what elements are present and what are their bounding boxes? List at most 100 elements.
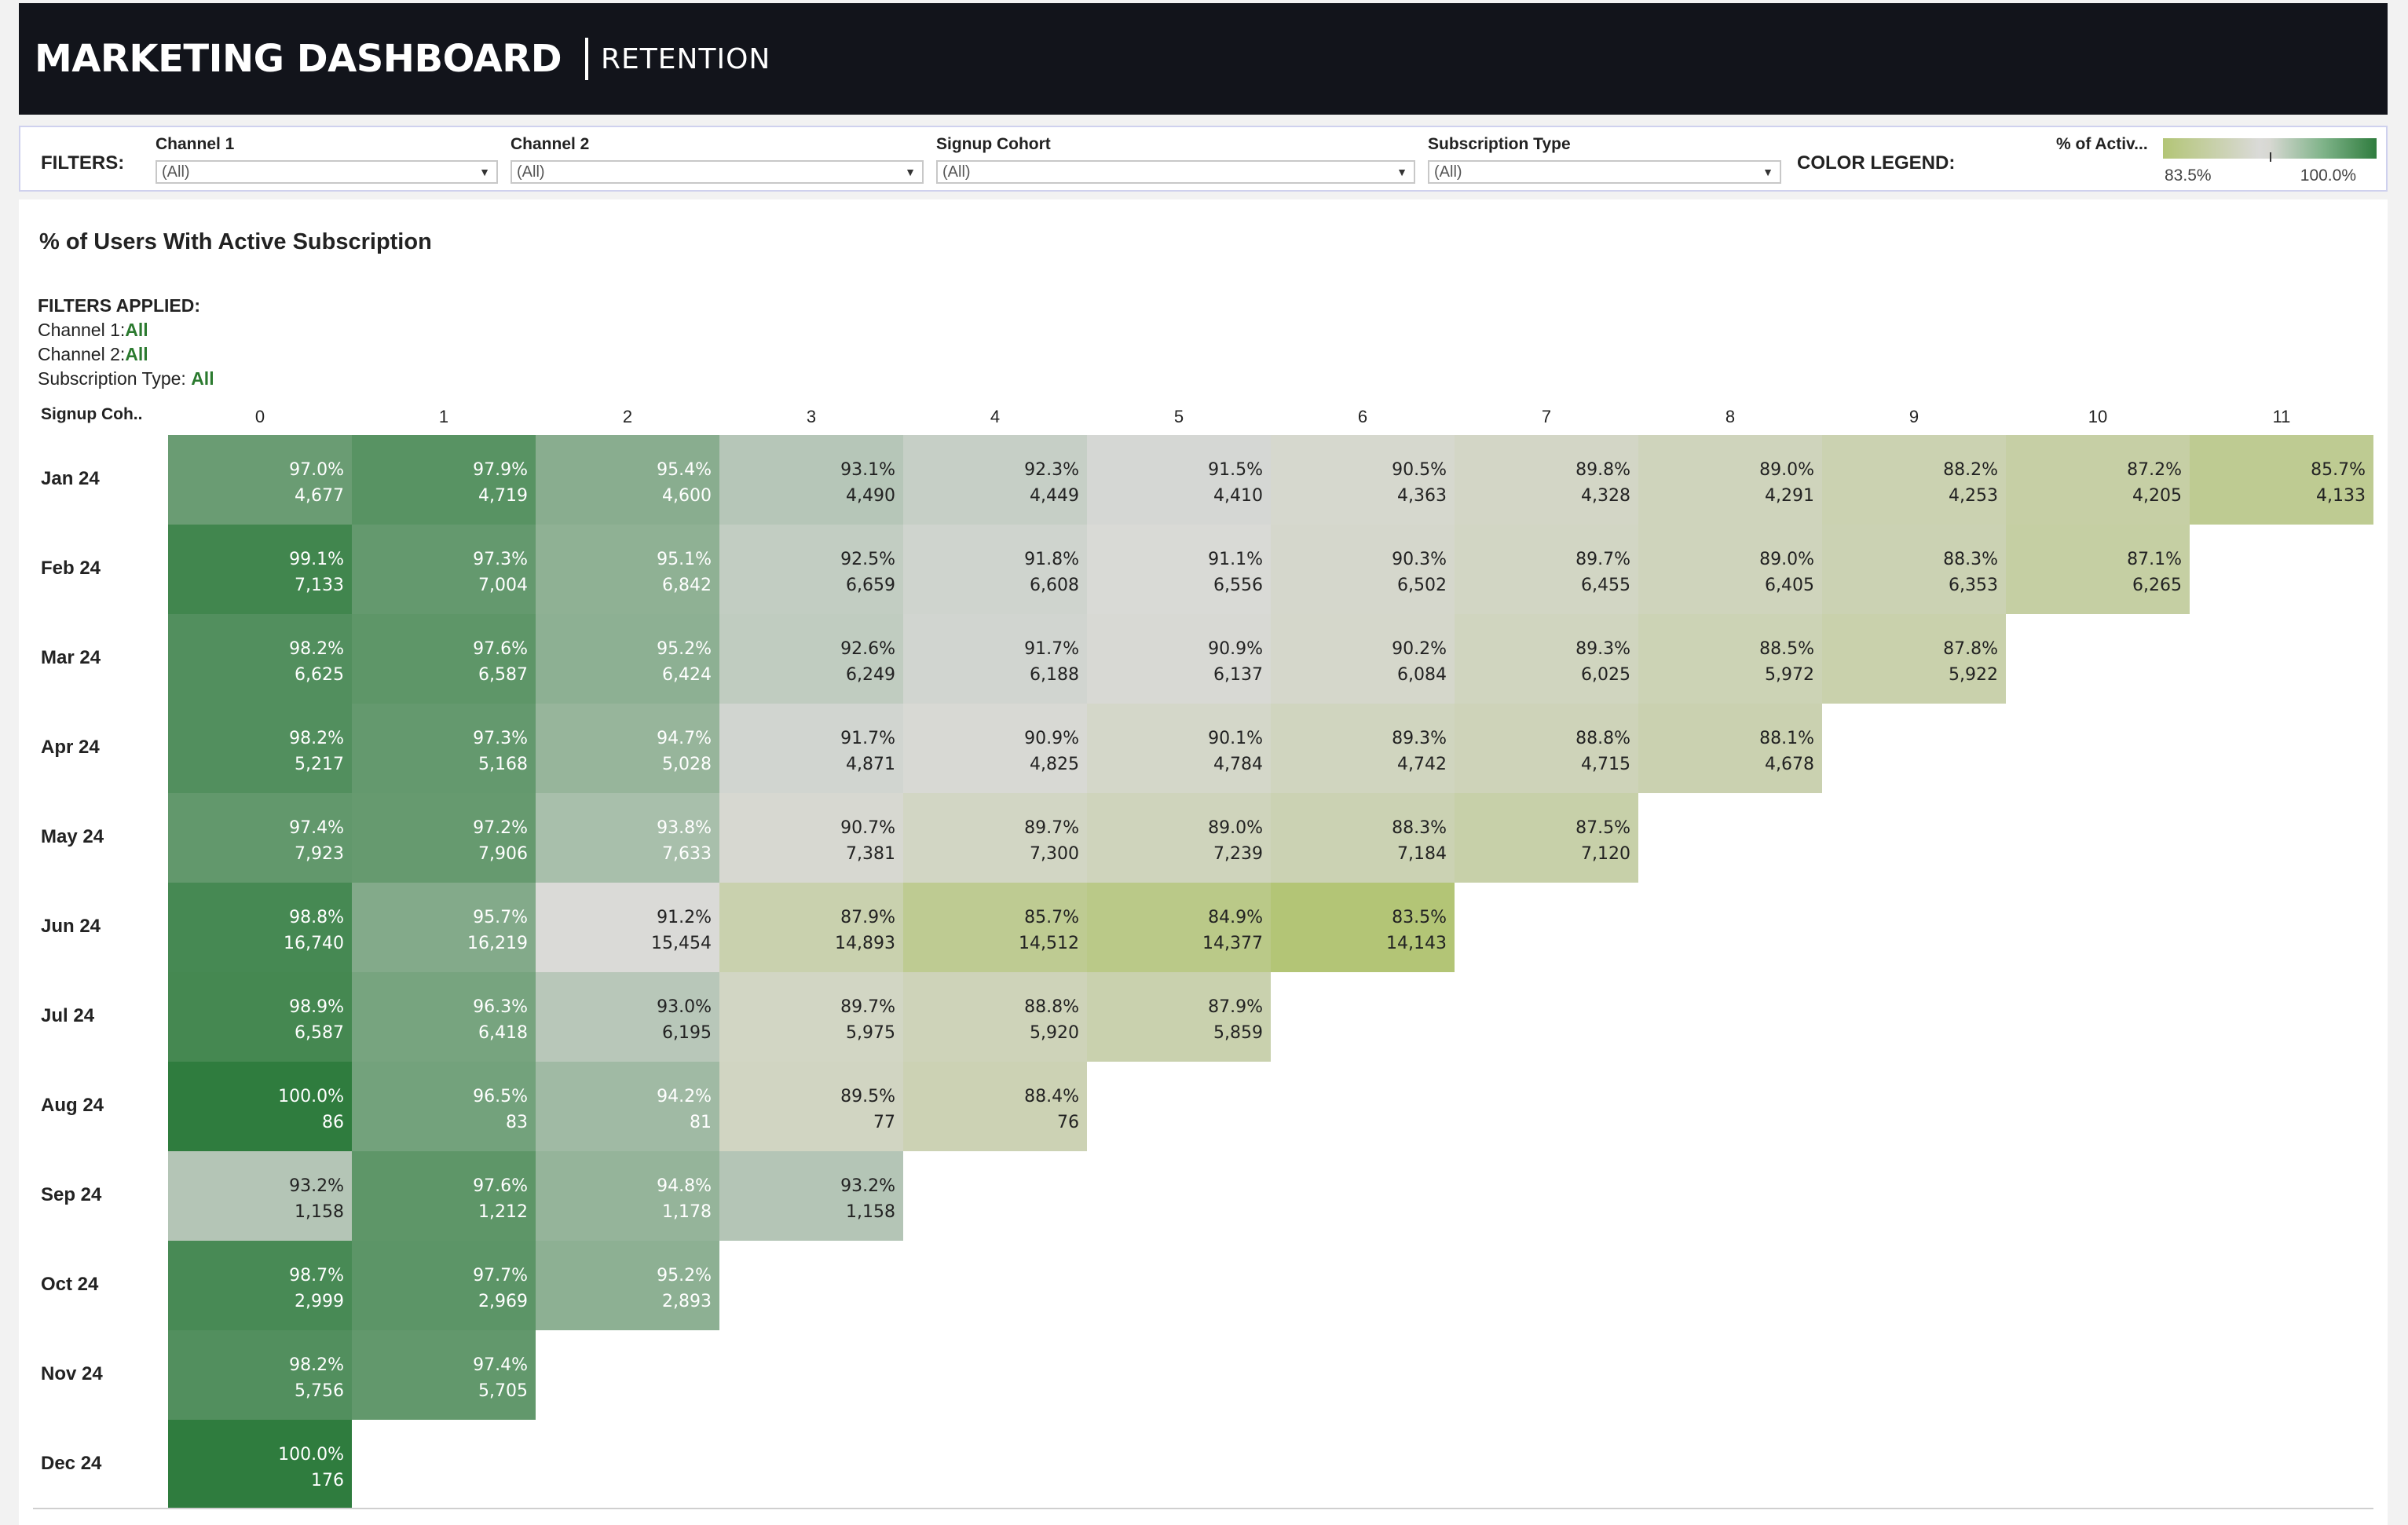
row-label: Jun 24 xyxy=(41,916,101,937)
heatmap-cell[interactable]: 97.6% 1,212 xyxy=(352,1151,536,1241)
cell-user-count: 7,184 xyxy=(1397,844,1447,864)
heatmap-cell[interactable]: 88.3% 7,184 xyxy=(1271,793,1455,883)
heatmap-cell[interactable]: 98.2% 5,756 xyxy=(168,1330,352,1420)
filter-signup-cohort-select[interactable]: (All) ▼ xyxy=(936,160,1415,184)
heatmap-cell[interactable]: 97.9% 4,719 xyxy=(352,435,536,525)
heatmap-cell[interactable]: 90.5% 4,363 xyxy=(1271,435,1455,525)
heatmap-cell[interactable]: 93.2% 1,158 xyxy=(719,1151,903,1241)
heatmap-cell[interactable]: 89.8% 4,328 xyxy=(1455,435,1638,525)
heatmap-cell[interactable]: 92.5% 6,659 xyxy=(719,525,903,614)
heatmap-cell[interactable]: 98.7% 2,999 xyxy=(168,1241,352,1330)
heatmap-cell[interactable]: 91.2% 15,454 xyxy=(536,883,719,972)
color-legend-min: 83.5% xyxy=(2165,166,2212,185)
heatmap-cell[interactable]: 88.1% 4,678 xyxy=(1638,704,1822,793)
heatmap-cell[interactable]: 89.7% 7,300 xyxy=(903,793,1087,883)
heatmap-cell[interactable]: 90.9% 6,137 xyxy=(1087,614,1271,704)
heatmap-cell[interactable]: 88.3% 6,353 xyxy=(1822,525,2006,614)
heatmap-cell[interactable]: 97.6% 6,587 xyxy=(352,614,536,704)
heatmap-cell[interactable]: 99.1% 7,133 xyxy=(168,525,352,614)
chevron-down-icon[interactable]: ▼ xyxy=(1762,162,1773,182)
heatmap-cell[interactable]: 97.4% 7,923 xyxy=(168,793,352,883)
heatmap-cell[interactable]: 87.8% 5,922 xyxy=(1822,614,2006,704)
heatmap-cell[interactable]: 98.8% 16,740 xyxy=(168,883,352,972)
heatmap-cell[interactable]: 95.4% 4,600 xyxy=(536,435,719,525)
heatmap-cell[interactable]: 95.2% 6,424 xyxy=(536,614,719,704)
heatmap-cell[interactable]: 89.0% 7,239 xyxy=(1087,793,1271,883)
row-label: Feb 24 xyxy=(41,558,101,579)
heatmap-cell[interactable]: 98.2% 5,217 xyxy=(168,704,352,793)
heatmap-cell[interactable]: 95.2% 2,893 xyxy=(536,1241,719,1330)
heatmap-cell[interactable]: 87.9% 14,893 xyxy=(719,883,903,972)
cell-user-count: 6,188 xyxy=(1030,665,1079,685)
heatmap-cell[interactable]: 90.9% 4,825 xyxy=(903,704,1087,793)
heatmap-cell[interactable]: 93.2% 1,158 xyxy=(168,1151,352,1241)
heatmap-cell[interactable]: 97.2% 7,906 xyxy=(352,793,536,883)
heatmap-cell[interactable]: 89.3% 6,025 xyxy=(1455,614,1638,704)
heatmap-cell[interactable]: 96.3% 6,418 xyxy=(352,972,536,1062)
heatmap-cell[interactable]: 90.3% 6,502 xyxy=(1271,525,1455,614)
heatmap-cell[interactable]: 83.5% 14,143 xyxy=(1271,883,1455,972)
heatmap-cell[interactable]: 89.0% 4,291 xyxy=(1638,435,1822,525)
heatmap-cell[interactable]: 87.2% 4,205 xyxy=(2006,435,2190,525)
heatmap-cell[interactable]: 85.7% 14,512 xyxy=(903,883,1087,972)
heatmap-cell[interactable]: 91.5% 4,410 xyxy=(1087,435,1271,525)
heatmap-cell[interactable]: 100.0% 86 xyxy=(168,1062,352,1151)
heatmap-cell[interactable]: 100.0% 176 xyxy=(168,1420,352,1509)
cell-user-count: 7,300 xyxy=(1030,844,1079,864)
heatmap-cell[interactable]: 89.3% 4,742 xyxy=(1271,704,1455,793)
heatmap-cell[interactable]: 87.9% 5,859 xyxy=(1087,972,1271,1062)
heatmap-cell[interactable]: 94.2% 81 xyxy=(536,1062,719,1151)
heatmap-cell[interactable]: 97.3% 7,004 xyxy=(352,525,536,614)
heatmap-cell[interactable]: 92.6% 6,249 xyxy=(719,614,903,704)
chevron-down-icon[interactable]: ▼ xyxy=(479,162,490,182)
cell-percent: 96.3% xyxy=(473,997,528,1017)
heatmap-cell[interactable]: 84.9% 14,377 xyxy=(1087,883,1271,972)
heatmap-cell[interactable]: 97.3% 5,168 xyxy=(352,704,536,793)
heatmap-cell[interactable]: 85.7% 4,133 xyxy=(2190,435,2373,525)
filter-subscription-type-select[interactable]: (All) ▼ xyxy=(1428,160,1781,184)
cell-percent: 97.9% xyxy=(473,460,528,480)
heatmap-cell[interactable]: 90.2% 6,084 xyxy=(1271,614,1455,704)
heatmap-cell[interactable]: 91.8% 6,608 xyxy=(903,525,1087,614)
heatmap-cell[interactable]: 88.8% 4,715 xyxy=(1455,704,1638,793)
heatmap-cell[interactable]: 93.1% 4,490 xyxy=(719,435,903,525)
heatmap-cell[interactable]: 97.4% 5,705 xyxy=(352,1330,536,1420)
heatmap-cell[interactable]: 90.1% 4,784 xyxy=(1087,704,1271,793)
heatmap-cell[interactable]: 89.7% 5,975 xyxy=(719,972,903,1062)
filter-channel-1-label: Channel 1 xyxy=(156,135,235,153)
heatmap-cell[interactable]: 89.0% 6,405 xyxy=(1638,525,1822,614)
heatmap-cell[interactable]: 90.7% 7,381 xyxy=(719,793,903,883)
cell-user-count: 4,363 xyxy=(1397,486,1447,506)
chevron-down-icon[interactable]: ▼ xyxy=(1396,162,1407,182)
cell-percent: 89.0% xyxy=(1208,818,1263,838)
heatmap-cell[interactable]: 97.0% 4,677 xyxy=(168,435,352,525)
dashboard-subtitle: RETENTION xyxy=(601,42,771,75)
heatmap-cell[interactable]: 87.1% 6,265 xyxy=(2006,525,2190,614)
filter-channel-1-select[interactable]: (All) ▼ xyxy=(156,160,498,184)
heatmap-cell[interactable]: 93.8% 7,633 xyxy=(536,793,719,883)
heatmap-cell[interactable]: 93.0% 6,195 xyxy=(536,972,719,1062)
heatmap-cell[interactable]: 87.5% 7,120 xyxy=(1455,793,1638,883)
heatmap-cell[interactable]: 89.7% 6,455 xyxy=(1455,525,1638,614)
heatmap-cell[interactable]: 92.3% 4,449 xyxy=(903,435,1087,525)
heatmap-cell[interactable]: 98.2% 6,625 xyxy=(168,614,352,704)
column-header-7: 7 xyxy=(1541,407,1552,426)
heatmap-cell[interactable]: 96.5% 83 xyxy=(352,1062,536,1151)
filter-channel-2-select[interactable]: (All) ▼ xyxy=(511,160,924,184)
heatmap-cell[interactable]: 97.7% 2,969 xyxy=(352,1241,536,1330)
heatmap-cell[interactable]: 94.7% 5,028 xyxy=(536,704,719,793)
heatmap-cell[interactable]: 91.7% 4,871 xyxy=(719,704,903,793)
heatmap-cell[interactable]: 94.8% 1,178 xyxy=(536,1151,719,1241)
heatmap-cell[interactable]: 95.7% 16,219 xyxy=(352,883,536,972)
chevron-down-icon[interactable]: ▼ xyxy=(905,162,916,182)
heatmap-cell[interactable]: 95.1% 6,842 xyxy=(536,525,719,614)
heatmap-cell[interactable]: 98.9% 6,587 xyxy=(168,972,352,1062)
heatmap-cell[interactable]: 91.7% 6,188 xyxy=(903,614,1087,704)
heatmap-cell[interactable]: 88.4% 76 xyxy=(903,1062,1087,1151)
heatmap-cell[interactable]: 88.5% 5,972 xyxy=(1638,614,1822,704)
heatmap-cell[interactable]: 88.8% 5,920 xyxy=(903,972,1087,1062)
cell-percent: 89.7% xyxy=(1024,818,1079,838)
heatmap-cell[interactable]: 89.5% 77 xyxy=(719,1062,903,1151)
heatmap-cell[interactable]: 88.2% 4,253 xyxy=(1822,435,2006,525)
heatmap-cell[interactable]: 91.1% 6,556 xyxy=(1087,525,1271,614)
